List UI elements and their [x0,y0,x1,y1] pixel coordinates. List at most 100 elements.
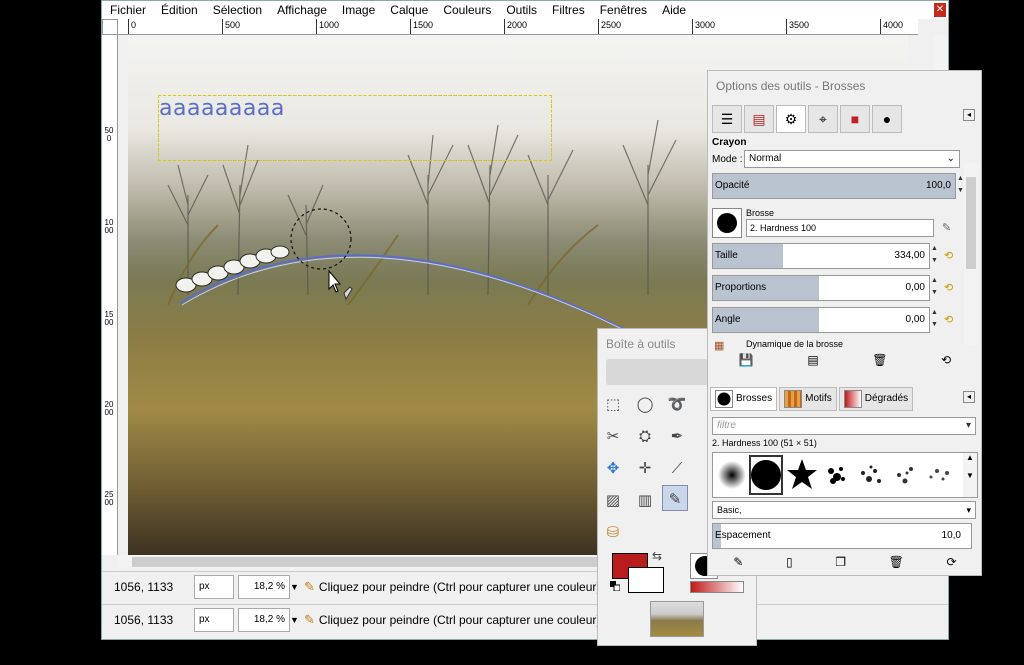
menu-aide[interactable]: Aide [654,3,693,17]
size-spin-icon[interactable]: ▲ ▼ [930,243,939,269]
brush-name-field[interactable]: 2. Hardness 100 [746,219,934,237]
ruler-tick: 500 [104,126,114,143]
bucket-fill-icon[interactable]: ▨ [600,487,626,513]
edit-brush-icon[interactable]: ✎ [942,221,956,235]
delete-brush-icon[interactable]: 🗑 [889,555,904,573]
foreground-select-icon[interactable]: ⛭ [632,423,658,449]
channels-tab-icon[interactable]: ▤ [744,105,774,133]
move-icon[interactable]: ✥ [600,455,626,481]
tab-label: Dégradés [864,393,909,404]
scroll-thumb[interactable] [966,177,976,269]
zoom-input[interactable]: 18,2 % [238,574,290,599]
menu-fenetres[interactable]: Fenêtres [592,3,654,17]
background-color-swatch[interactable] [628,567,664,593]
paths-icon[interactable]: ✒ [664,423,690,449]
lasso-icon[interactable]: ➰ [664,391,690,417]
device-status-tab-icon[interactable]: ⌖ [808,105,838,133]
dynamics-icon[interactable]: ▦ [714,339,728,353]
toolbox-title: Boîte à outils [606,337,676,351]
clone-stamp-icon[interactable]: ⛁ [600,519,626,545]
color-tab-icon[interactable]: ■ [840,105,870,133]
menu-selection[interactable]: Sélection [205,3,269,17]
tab-patterns[interactable]: Motifs [779,387,837,411]
menu-edition[interactable]: Édition [153,3,205,17]
brush-grid-scrollbar[interactable]: ▲ ▼ [963,453,977,497]
dock-tabs: ☰ ▤ ⚙ ⌖ ■ ● [712,105,978,133]
new-brush-icon[interactable]: ▯ [786,555,793,573]
menu-image[interactable]: Image [334,3,382,17]
edit-brush-icon[interactable]: ✎ [733,555,743,573]
layers-tab-icon[interactable]: ☰ [712,105,742,133]
brush-item[interactable] [887,455,921,495]
reset-colors-icon[interactable] [610,581,620,591]
vertical-ruler[interactable]: 500 1000 1500 2000 2500 [102,35,118,555]
swap-colors-icon[interactable]: ⇆ [652,549,662,563]
opacity-slider[interactable]: Opacité 100,0 [712,173,956,199]
proportions-spin-icon[interactable]: ▲ ▼ [930,275,939,301]
delete-options-icon[interactable]: 🗑 [872,353,887,373]
close-icon[interactable]: ✕ [934,3,946,17]
brush-item[interactable] [819,455,853,495]
reset-size-icon[interactable]: ⟲ [944,249,958,263]
dynamics-label: Dynamique de la brosse [746,339,844,349]
dock-menu-icon[interactable]: ◂ [963,109,975,121]
menu-calque[interactable]: Calque [382,3,435,17]
ruler-corner[interactable] [102,19,118,35]
reset-angle-icon[interactable]: ⟲ [944,313,958,327]
spacing-slider[interactable]: Espacement 10,0 [712,523,972,549]
proportions-slider[interactable]: Proportions 0,00 [712,275,930,301]
gradient-icon[interactable]: ▥ [632,487,658,513]
brush-item[interactable] [715,455,749,495]
angle-slider[interactable]: Angle 0,00 [712,307,930,333]
tab-gradients[interactable]: Dégradés [838,387,914,411]
pencil-tool-icon[interactable]: ✎ [662,485,688,511]
dock-menu-icon[interactable]: ◂ [963,391,975,403]
chevron-down-icon[interactable]: ▼ [290,582,300,592]
refresh-brushes-icon[interactable]: ⟳ [947,555,957,573]
rect-select-icon[interactable]: ⬚ [600,391,626,417]
dock-title: Options des outils - Brosses [716,79,866,93]
star-brush-icon[interactable] [785,455,819,495]
text-layer-boundary[interactable]: aaaaaaaaa [158,95,552,161]
brush-item-selected[interactable] [749,455,783,495]
horizontal-ruler[interactable]: 0 500 1000 1500 2000 2500 3000 3500 4000 [118,19,918,35]
reset-options-icon[interactable]: ⟲ [941,353,951,373]
image-thumbnail[interactable] [650,601,704,637]
transform-icon[interactable]: ⟋ [664,455,690,481]
chevron-down-icon[interactable]: ▼ [290,615,300,625]
unit-select[interactable]: px [194,607,234,632]
menu-couleurs[interactable]: Couleurs [435,3,498,17]
brush-item[interactable] [853,455,887,495]
save-options-icon[interactable]: 💾 [739,353,754,373]
ruler-tick: 3000 [692,19,715,34]
angle-spin-icon[interactable]: ▲ ▼ [930,307,939,333]
zoom-input[interactable]: 18,2 % [238,607,290,632]
brush-preview[interactable] [712,208,742,238]
menu-outils[interactable]: Outils [498,3,544,17]
brush-tab-icon[interactable]: ● [872,105,902,133]
brush-filter-input[interactable]: filtre ▾ [712,417,976,435]
brush-grid[interactable]: ▲ ▼ [712,452,978,498]
unit-select[interactable]: px [194,574,234,599]
restore-options-icon[interactable]: ▤ [807,353,818,373]
brush-dabs [175,245,290,293]
reset-proportions-icon[interactable]: ⟲ [944,281,958,295]
brush-tag-select[interactable]: Basic, ▾ [712,501,976,519]
size-slider[interactable]: Taille 334,00 [712,243,930,269]
pencil-icon: ✎ [304,578,315,594]
brush-item[interactable] [921,455,955,495]
scroll-thumb[interactable] [132,557,602,567]
mode-select[interactable]: Normal ⌄ [744,150,960,168]
menu-filtres[interactable]: Filtres [544,3,592,17]
tool-options-tab-icon[interactable]: ⚙ [776,105,806,133]
menu-fichier[interactable]: Fichier [102,3,153,17]
menu-affichage[interactable]: Affichage [269,3,334,17]
align-icon[interactable]: ✛ [632,455,658,481]
scissors-icon[interactable]: ✂ [600,423,626,449]
ellipse-select-icon[interactable]: ◯ [632,391,658,417]
tab-brushes[interactable]: Brosses [710,387,778,411]
active-gradient-swatch[interactable] [690,581,744,593]
options-scrollbar[interactable] [964,163,978,345]
ruler-tick: 2000 [504,19,527,34]
duplicate-brush-icon[interactable]: ❐ [835,555,846,573]
